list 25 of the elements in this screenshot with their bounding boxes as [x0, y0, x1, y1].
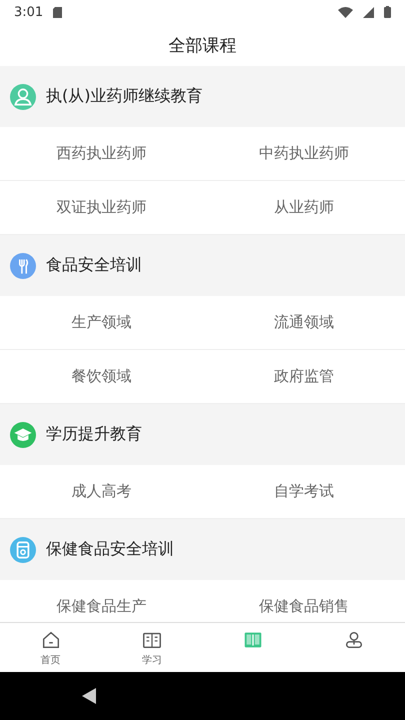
course-item[interactable]: 自学考试: [274, 482, 334, 501]
section-title: 执(从)业药师继续教育: [46, 86, 202, 107]
battery-icon: [384, 6, 391, 18]
section-title: 食品安全培训: [46, 255, 142, 276]
tab-item[interactable]: 学习: [101, 623, 202, 672]
course-item[interactable]: 生产领域: [71, 313, 132, 332]
course-item[interactable]: 中药执业药师: [258, 144, 349, 163]
status-time: 3:01: [14, 4, 44, 20]
course-item[interactable]: 保健食品销售: [258, 597, 349, 616]
tab-item[interactable]: 首页: [0, 623, 102, 672]
course-item[interactable]: 保健食品生产: [56, 597, 146, 616]
page-title: 全部课程: [168, 34, 236, 56]
course-item[interactable]: 流通领域: [274, 313, 334, 332]
section-title: 学历提升教育: [46, 424, 142, 445]
wifi-icon: [338, 6, 353, 18]
course-item[interactable]: 双证执业药师: [56, 198, 146, 217]
signal-icon: [363, 6, 374, 18]
section-title: 保健食品安全培训: [46, 539, 174, 560]
course-item[interactable]: 西药执业药师: [56, 144, 146, 163]
back-icon[interactable]: [82, 688, 96, 704]
sd-card-icon: [53, 6, 62, 18]
course-item[interactable]: 成人高考: [71, 482, 132, 501]
course-item[interactable]: 从业药师: [274, 198, 334, 217]
course-item[interactable]: 政府监管: [274, 367, 334, 386]
course-item[interactable]: 餐饮领域: [71, 367, 132, 386]
